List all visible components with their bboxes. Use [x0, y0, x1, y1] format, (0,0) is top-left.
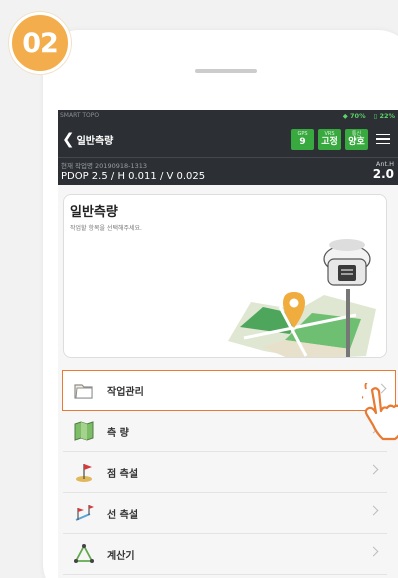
- vrs-fix-status: VRS 고정: [318, 128, 341, 150]
- battery-value: 22%: [379, 111, 395, 120]
- phone-speaker: [195, 69, 257, 73]
- hamburger-menu-icon[interactable]: [376, 133, 390, 145]
- menu-item-job-management[interactable]: 작업관리: [62, 370, 396, 411]
- menu-item-label: 계산기: [107, 550, 135, 562]
- battery-icon: ▯: [373, 111, 378, 120]
- chevron-right-icon: [368, 464, 379, 475]
- status-app-name: SMART TOPO: [60, 112, 100, 119]
- point-stakeout-flag-icon: [73, 461, 95, 483]
- line-stakeout-flags-icon: [73, 502, 95, 524]
- menu-item-label: 점 측설: [107, 468, 139, 480]
- current-job-name: 현재 작업명 20190918-1313: [61, 162, 148, 170]
- menu-item-label: 선 측설: [107, 509, 139, 521]
- app-screen: SMART TOPO ◆ 70% ▯ 22% ❮ 일반측량 GPS 9 VRS …: [58, 110, 398, 578]
- menu-item-label: 측 량: [107, 427, 129, 439]
- status-bar: SMART TOPO ◆ 70% ▯ 22%: [58, 110, 398, 121]
- menu-item-point-stakeout[interactable]: 점 측설: [63, 452, 387, 493]
- app-bar: ❮ 일반측량 GPS 9 VRS 고정 통신 양호: [58, 121, 398, 157]
- signal-indicator: ◆ 70%: [343, 112, 366, 120]
- antenna-height: Ant.H 2.0: [373, 160, 394, 185]
- hero-title: 일반측량: [70, 205, 118, 220]
- hero-subtitle: 작업할 항목을 선택해주세요.: [70, 225, 142, 232]
- back-arrow-icon[interactable]: ❮: [62, 131, 75, 147]
- menu-item-line-stakeout[interactable]: 선 측설: [63, 493, 387, 534]
- pdop-precision-readout: PDOP 2.5 / H 0.011 / V 0.025: [61, 171, 206, 182]
- menu-list: 작업관리 측 량 점 측설 선 측설 계산기: [62, 370, 396, 575]
- chevron-right-icon: [368, 505, 379, 516]
- pointing-hand-icon: [362, 383, 398, 441]
- signal-value: 70%: [350, 111, 366, 120]
- page-title: 일반측량: [76, 135, 114, 147]
- survey-info-bar: 현재 작업명 20190918-1313 PDOP 2.5 / H 0.011 …: [58, 157, 398, 185]
- gnss-status-group: GPS 9 VRS 고정 통신 양호: [291, 128, 368, 150]
- gps-satellite-count: GPS 9: [291, 128, 314, 150]
- shield-icon: ◆: [342, 111, 348, 120]
- hero-card: 일반측량 작업할 항목을 선택해주세요.: [63, 194, 387, 358]
- job-info: 현재 작업명 20190918-1313 PDOP 2.5 / H 0.011 …: [61, 160, 205, 185]
- antenna-height-value: 2.0: [372, 167, 394, 181]
- folder-icon: [73, 380, 95, 402]
- step-number-badge: 02: [9, 12, 71, 74]
- menu-item-label: 작업관리: [107, 387, 144, 398]
- status-indicators: ◆ 70% ▯ 22%: [343, 112, 395, 120]
- tutorial-step-canvas: 02 SMART TOPO ◆ 70% ▯ 22% ❮ 일반측량 GPS 9 V…: [0, 0, 398, 578]
- communication-status: 통신 양호: [345, 128, 368, 150]
- survey-map-icon: [73, 420, 95, 442]
- battery-indicator: ▯ 22%: [374, 112, 395, 120]
- main-content: 일반측량 작업할 항목을 선택해주세요. 작업관리 측 량 점 측설 선 측설 …: [58, 185, 398, 578]
- calculator-icon: [73, 543, 95, 565]
- chevron-right-icon: [368, 546, 379, 557]
- menu-item-survey[interactable]: 측 량: [63, 411, 387, 452]
- menu-item-calculator[interactable]: 계산기: [63, 534, 387, 575]
